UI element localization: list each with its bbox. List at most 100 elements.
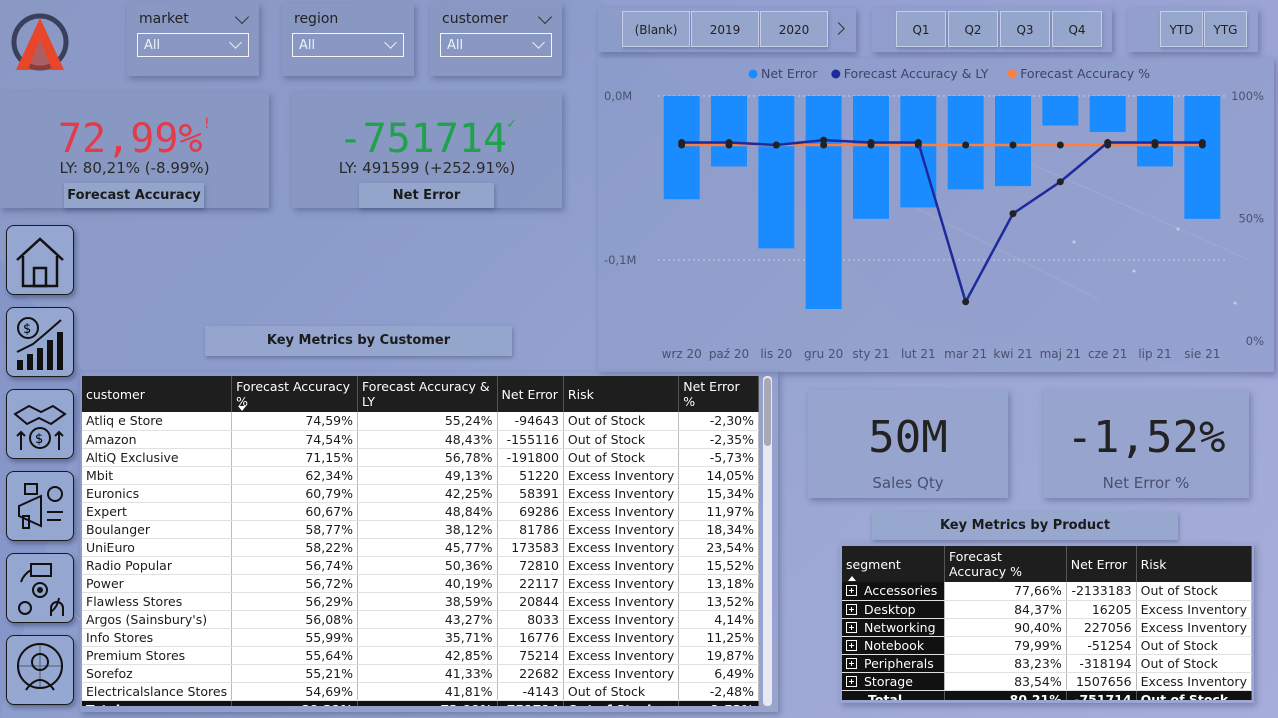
total-cell: Total (842, 690, 946, 700)
table-cell: 56,74% (231, 556, 359, 575)
column-header[interactable]: segment (842, 546, 946, 582)
expand-icon[interactable] (846, 657, 857, 669)
market-slicer[interactable]: market All (127, 3, 259, 76)
table-cell: Argos (Sainsbury's) (82, 610, 233, 629)
table-row[interactable]: Notebook 79,99% -51254 Out of Stock (842, 636, 1252, 655)
table-cell: 77,66% (944, 582, 1067, 601)
table-row[interactable]: Accessories 77,66% -2133183 Out of Stock (842, 582, 1252, 601)
table-row[interactable]: Amazon 74,54% 48,43% -155116 Out of Stock -2,… (82, 430, 759, 449)
column-header[interactable]: Net Error % (678, 376, 759, 412)
column-header[interactable]: Risk (563, 376, 680, 412)
net-error-bar (1042, 96, 1079, 126)
table-cell: 11,97% (678, 502, 759, 521)
nav-marketing-button[interactable] (6, 471, 74, 541)
table-row[interactable]: Flawless Stores 56,29% 38,59% 20844 Excess I… (82, 592, 759, 611)
table-cell: 16205 (1066, 600, 1137, 619)
sort-desc-icon (238, 406, 247, 411)
series-point (1056, 178, 1064, 186)
company-logo (8, 10, 72, 74)
expand-icon[interactable] (846, 585, 857, 597)
finance-handshake-icon: $ (13, 404, 67, 450)
column-header[interactable]: Net Error (497, 376, 564, 412)
nav-executive-button[interactable] (6, 635, 74, 705)
table-cell: -5,73% (678, 448, 759, 467)
table-row[interactable]: UniEuro 58,22% 45,77% 173583 Excess Inventor… (82, 538, 759, 557)
table-cell: 42,25% (357, 484, 498, 503)
column-header[interactable]: Forecast Accuracy % (231, 376, 359, 412)
total-cell: -751714 (497, 700, 564, 706)
ytg-button[interactable]: YTG (1204, 11, 1247, 47)
market-dropdown[interactable]: All (137, 33, 249, 57)
table-row[interactable]: Expert 60,67% 48,84% 69286 Excess Inventory 1… (82, 502, 759, 521)
table-cell: 72810 (497, 556, 564, 575)
region-dropdown[interactable]: All (292, 33, 404, 57)
table-cell: Out of Stock (563, 448, 680, 467)
chevron-down-icon (229, 36, 242, 49)
series-point (1056, 141, 1064, 149)
table-row[interactable]: Boulanger 58,77% 38,12% 81786 Excess Invento… (82, 520, 759, 539)
chevron-down-icon[interactable] (234, 9, 250, 25)
table-row[interactable]: Euronics 60,79% 42,25% 58391 Excess Inventor… (82, 484, 759, 503)
region-slicer[interactable]: region All (282, 3, 414, 76)
year-button-blank[interactable]: (Blank) (622, 11, 690, 47)
table-cell: -2,48% (678, 682, 759, 701)
nav-sales-button[interactable]: $ (6, 307, 74, 377)
customer-slicer[interactable]: customer All (430, 3, 562, 76)
nav-home-button[interactable] (6, 225, 74, 295)
nav-supply-chain-button[interactable] (6, 553, 74, 623)
table-row[interactable]: Premium Stores 55,64% 42,85% 75214 Excess In… (82, 646, 759, 665)
series-point (1009, 210, 1017, 218)
chevron-down-icon[interactable] (537, 9, 553, 25)
table-cell: 79,99% (944, 636, 1067, 655)
sales-growth-icon: $ (16, 317, 63, 370)
expand-icon[interactable] (846, 675, 857, 687)
expand-icon[interactable] (846, 603, 857, 615)
quarter-button-q4[interactable]: Q4 (1052, 11, 1102, 47)
table-cell: Excess Inventory (563, 520, 680, 539)
table-row[interactable]: Radio Popular 56,74% 50,36% 72810 Excess Inv… (82, 556, 759, 575)
table-cell: 8033 (497, 610, 564, 629)
table-row[interactable]: Atliq e Store 74,59% 55,24% -94643 Out of St… (82, 412, 759, 431)
nav-finance-button[interactable]: $ (6, 389, 74, 459)
ytd-button[interactable]: YTD (1160, 11, 1203, 47)
quarter-button-q2[interactable]: Q2 (948, 11, 998, 47)
quarter-button-q3[interactable]: Q3 (1000, 11, 1050, 47)
year-button-2019[interactable]: 2019 (691, 11, 759, 47)
table-row[interactable]: AltiQ Exclusive 71,15% 56,78% -191800 Out of… (82, 448, 759, 467)
segment-label: Desktop (864, 601, 916, 617)
column-header[interactable]: Forecast Accuracy & LY (357, 376, 498, 412)
expand-icon[interactable] (846, 639, 857, 651)
table-row[interactable]: Desktop 84,37% 16205 Excess Inventory (842, 600, 1252, 619)
table-cell: Flawless Stores (82, 592, 233, 611)
column-header[interactable]: Net Error (1066, 546, 1137, 582)
scrollbar-thumb[interactable] (764, 378, 771, 446)
table-row[interactable]: Info Stores 55,99% 35,71% 16776 Excess Inven… (82, 628, 759, 647)
customer-dropdown[interactable]: All (440, 33, 552, 57)
column-header[interactable]: customer (82, 376, 233, 412)
table-row[interactable]: Storage 83,54% 1507656 Excess Inventory (842, 672, 1252, 691)
total-cell: Total (82, 700, 233, 706)
column-header[interactable]: Forecast Accuracy % (944, 546, 1067, 582)
x-axis-tick-label: sty 21 (852, 347, 889, 361)
quarter-button-q1[interactable]: Q1 (896, 11, 946, 47)
table-row[interactable]: Sorefoz 55,21% 41,33% 22682 Excess Inventory… (82, 664, 759, 683)
table-row[interactable]: Electricalslance Stores 54,69% 41,81% -4143… (82, 682, 759, 701)
year-button-2020[interactable]: 2020 (760, 11, 828, 47)
series-point (1151, 139, 1159, 147)
column-header[interactable]: Risk (1136, 546, 1252, 582)
table-cell: UniEuro (82, 538, 233, 557)
expand-icon[interactable] (846, 621, 857, 633)
x-axis-tick-label: wrz 20 (662, 347, 702, 361)
slicer-title: region (294, 11, 339, 27)
table-row[interactable]: Peripherals 83,23% -318194 Out of Stock (842, 654, 1252, 673)
customer-table-scrollbar[interactable] (763, 376, 772, 706)
table-row[interactable]: Power 56,72% 40,19% 22117 Excess Inventory 13… (82, 574, 759, 593)
table-row[interactable]: Mbit 62,34% 49,13% 51220 Excess Inventory 14,… (82, 466, 759, 485)
table-row[interactable]: Argos (Sainsbury's) 56,08% 43,27% 8033 Exces… (82, 610, 759, 629)
table-cell: Premium Stores (82, 646, 233, 665)
table-cell: AltiQ Exclusive (82, 448, 233, 467)
total-cell: Out of Stock (563, 700, 680, 706)
column-header-label: Net Error (501, 386, 558, 402)
table-row[interactable]: Networking 90,40% 227056 Excess Inventory (842, 618, 1252, 637)
table-cell: 71,15% (231, 448, 359, 467)
